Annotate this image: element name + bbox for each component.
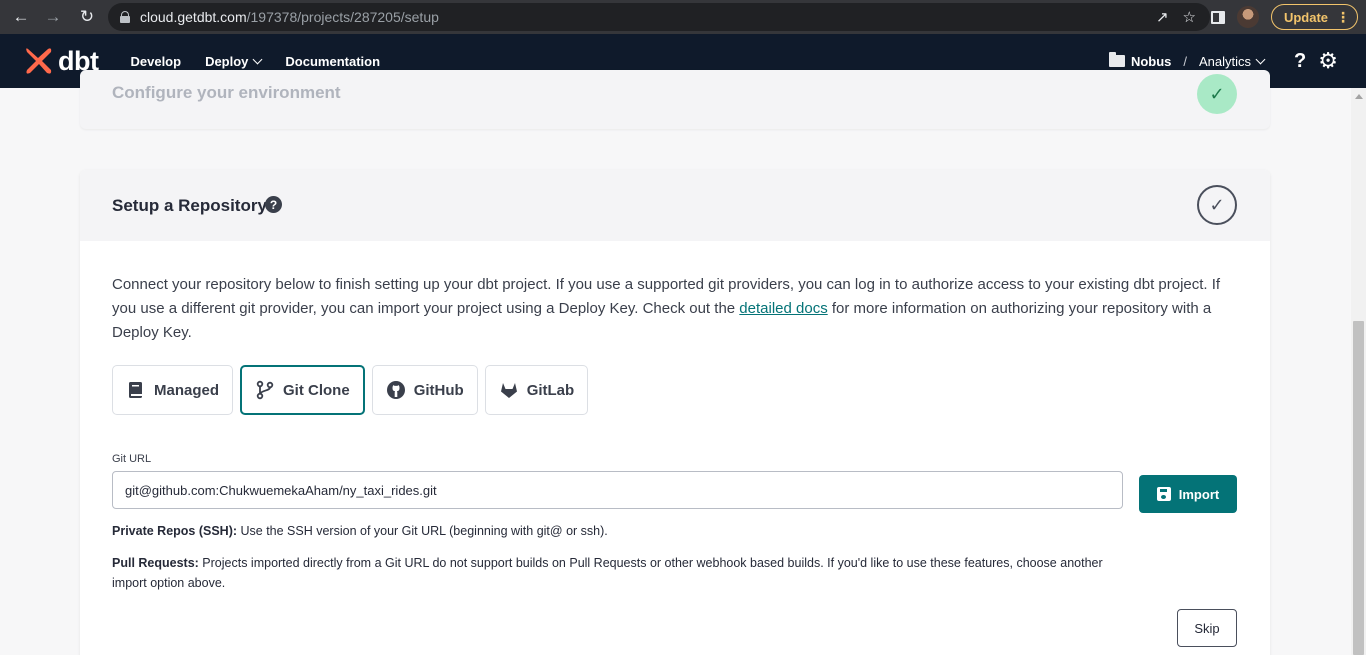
browser-toolbar: ← → ↻ cloud.getdbt.com/197378/projects/2… [0,0,1366,34]
folder-icon [1108,52,1125,67]
nav-documentation[interactable]: Documentation [285,54,380,69]
address-bar[interactable]: cloud.getdbt.com/197378/projects/287205/… [108,3,1210,31]
chevron-down-icon [252,54,263,64]
back-arrow-icon[interactable]: ← [8,4,34,30]
pull-requests-note: Pull Requests: Projects imported directl… [112,556,1103,590]
tab-github[interactable]: GitHub [371,365,478,415]
tab-git-clone[interactable]: Git Clone [240,365,365,415]
nav-deploy[interactable]: Deploy [205,54,263,69]
check-outline-icon: ✓ [1197,185,1237,225]
url-path: /197378/projects/287205/setup [246,9,439,25]
tab-managed[interactable]: Managed [112,365,234,415]
private-repos-note: Private Repos (SSH): Use the SSH version… [112,524,608,538]
scrollbar-thumb[interactable] [1353,321,1364,655]
git-url-input[interactable] [112,471,1123,509]
repository-card-header: Setup a Repository ? ✓ [80,170,1270,241]
forward-arrow-icon[interactable]: → [40,4,66,30]
repository-step-title: Setup a Repository [112,196,267,215]
gear-icon[interactable]: ⚙ [1318,48,1338,74]
lock-icon [120,11,130,23]
skip-button[interactable]: Skip [1177,609,1237,647]
check-complete-icon: ✓ [1197,74,1237,114]
side-panel-icon[interactable] [1210,10,1225,24]
gitlab-icon [500,383,517,398]
breadcrumb-separator: / [1183,53,1188,69]
project-selector[interactable]: Analytics [1199,54,1266,69]
profile-avatar[interactable] [1236,6,1259,28]
bookmark-star-icon[interactable]: ☆ [1183,8,1196,26]
save-icon [1156,487,1171,501]
import-button[interactable]: Import [1139,475,1237,513]
update-button[interactable]: Update ⋮ [1270,4,1358,30]
update-label: Update [1283,9,1328,25]
chevron-down-icon [1255,54,1266,64]
environment-step-card: Configure your environment ✓ [80,70,1270,129]
share-icon[interactable]: ↗ [1156,8,1169,26]
git-url-label: Git URL [112,453,152,465]
book-icon [129,382,142,398]
account-name[interactable]: Nobus [1131,54,1171,69]
more-vert-icon: ⋮ [1336,8,1350,25]
repository-description: Connect your repository below to finish … [112,276,1221,341]
reload-icon[interactable]: ↻ [74,4,100,30]
detailed-docs-link[interactable]: detailed docs [739,300,827,317]
github-icon [386,381,405,399]
dbt-logo-icon [26,48,52,74]
environment-step-title: Configure your environment [112,83,341,102]
page-scrollbar[interactable] [1351,88,1366,655]
nav-develop[interactable]: Develop [130,54,181,69]
help-icon[interactable]: ? [1294,50,1306,73]
scroll-up-arrow-icon[interactable] [1355,94,1363,99]
git-branch-icon [256,380,274,400]
url-host: cloud.getdbt.com [140,9,247,25]
repository-step-card: Setup a Repository ? ✓ Connect your repo… [80,170,1270,655]
question-icon[interactable]: ? [265,196,282,213]
tab-gitlab[interactable]: GitLab [484,365,589,415]
repository-type-tabs: Managed Git Clone GitHub GitLab [112,365,589,415]
